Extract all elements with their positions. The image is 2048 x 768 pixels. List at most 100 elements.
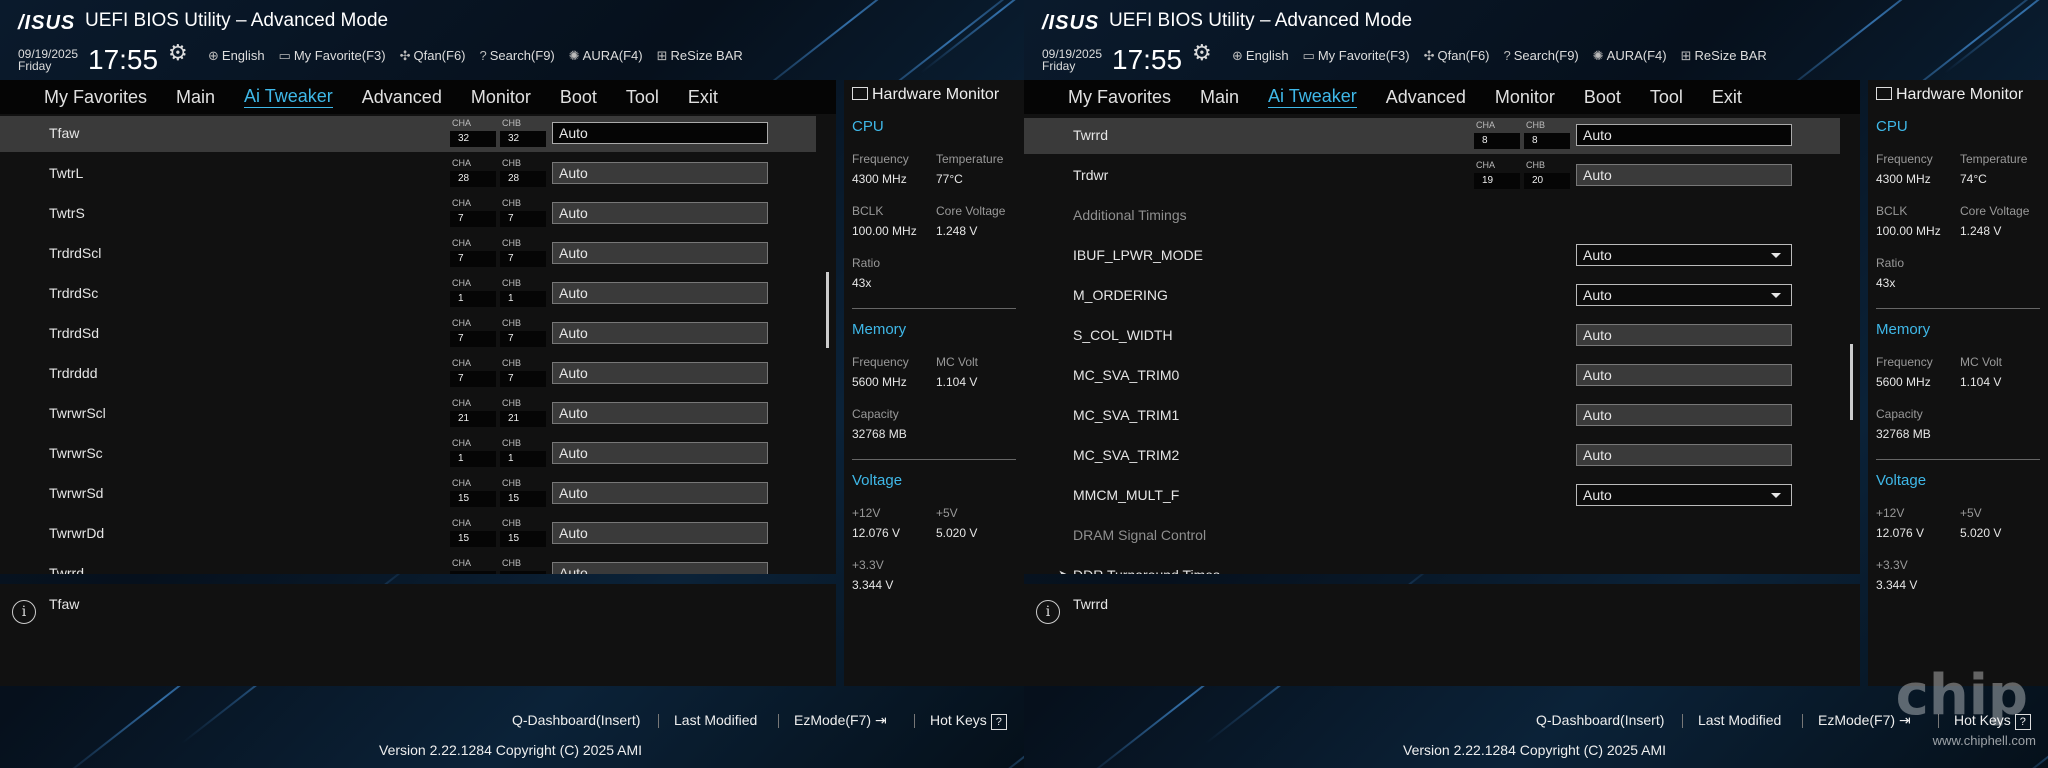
settings-gear-icon[interactable]: ⚙ <box>168 40 188 66</box>
title-bar: /ISUS UEFI BIOS Utility – Advanced Mode … <box>1024 0 2048 80</box>
memory-frequency-label: Frequency <box>1876 355 1933 369</box>
tab-main[interactable]: Main <box>176 87 215 108</box>
setting-row[interactable]: MC_SVA_TRIM1 Auto <box>1024 398 1840 434</box>
setting-label: Tfaw <box>49 125 80 141</box>
tab-exit[interactable]: Exit <box>1712 87 1742 108</box>
app-title: UEFI BIOS Utility – Advanced Mode <box>1109 10 1413 31</box>
value-input[interactable]: Auto <box>552 562 768 574</box>
setting-row[interactable]: TwrwrSd CHA 15 CHB 15 Auto <box>0 476 816 512</box>
settings-list: Twrrd CHA 8 CHB 8 Auto Trdwr CHA 19 CHB 20 Auto Addi… <box>1024 114 1860 574</box>
toolbar-item-favorite[interactable]: ▭ My Favorite(F3) <box>1303 48 1410 64</box>
value-input[interactable]: Auto <box>552 162 768 184</box>
setting-row[interactable]: Twrrd CHA 8 CHB 8 Auto <box>1024 118 1840 154</box>
value-dropdown[interactable]: Auto <box>1576 484 1792 506</box>
setting-row[interactable]: Tfaw CHA 32 CHB 32 Auto <box>0 116 816 152</box>
value-input[interactable]: Auto <box>1576 404 1792 426</box>
channel-b-value: CHB 21 <box>500 398 546 428</box>
toolbar-item-resize-bar[interactable]: ⊞ ReSize BAR <box>657 48 743 64</box>
setting-row[interactable]: Trdrddd CHA 7 CHB 7 Auto <box>0 356 816 392</box>
cpu-frequency: 4300 MHz <box>852 172 907 186</box>
value-input[interactable]: Auto <box>1576 124 1792 146</box>
submenu-item[interactable]: ➤ DDR Turnaround Times <box>1024 558 1840 574</box>
setting-row[interactable]: Trdwr CHA 19 CHB 20 Auto <box>1024 158 1840 194</box>
tab-advanced[interactable]: Advanced <box>362 87 442 108</box>
tab-monitor[interactable]: Monitor <box>1495 87 1555 108</box>
toolbar-item-fan[interactable]: ✣ Qfan(F6) <box>1424 48 1490 64</box>
toolbar-item-aura[interactable]: ✺ AURA(F4) <box>1593 48 1667 64</box>
channel-b-value: CHB 32 <box>500 118 546 148</box>
memory-section-title: Memory <box>852 321 907 338</box>
setting-row[interactable]: MC_SVA_TRIM0 Auto <box>1024 358 1840 394</box>
setting-row[interactable]: TwtrS CHA 7 CHB 7 Auto <box>0 196 816 232</box>
setting-row[interactable]: IBUF_LPWR_MODE Auto <box>1024 238 1840 274</box>
settings-gear-icon[interactable]: ⚙ <box>1192 40 1212 66</box>
value-input[interactable]: Auto <box>552 242 768 264</box>
toolbar-item-globe[interactable]: ⊕ English <box>1232 48 1289 64</box>
tab-tool[interactable]: Tool <box>626 87 659 108</box>
setting-row[interactable]: TwrwrSc CHA 1 CHB 1 Auto <box>0 436 816 472</box>
setting-row[interactable]: Twrrd CHA CHB Auto <box>0 556 816 574</box>
channel-a-value: CHA 7 <box>450 318 496 348</box>
toolbar-item-favorite[interactable]: ▭ My Favorite(F3) <box>279 48 386 64</box>
tab-my-favorites[interactable]: My Favorites <box>1068 87 1171 108</box>
tab-main[interactable]: Main <box>1200 87 1239 108</box>
toolbar-item-search[interactable]: ? Search(F9) <box>480 48 555 64</box>
time-display: 17:55 <box>1112 44 1183 75</box>
scrollbar[interactable] <box>826 272 829 348</box>
last-modified-button[interactable]: Last Modified <box>1698 712 1781 728</box>
setting-row[interactable]: M_ORDERING Auto <box>1024 278 1840 314</box>
setting-label: MC_SVA_TRIM0 <box>1073 367 1180 383</box>
toolbar-item-search[interactable]: ? Search(F9) <box>1504 48 1579 64</box>
value-input[interactable]: Auto <box>552 522 768 544</box>
channel-b-value: CHB 7 <box>500 358 546 388</box>
setting-row[interactable]: TwtrL CHA 28 CHB 28 Auto <box>0 156 816 192</box>
tab-ai-tweaker[interactable]: Ai Tweaker <box>244 86 333 108</box>
value-dropdown[interactable]: Auto <box>1576 284 1792 306</box>
value-input[interactable]: Auto <box>552 442 768 464</box>
value-dropdown[interactable]: Auto <box>1576 244 1792 266</box>
value-input[interactable]: Auto <box>1576 364 1792 386</box>
tab-tool[interactable]: Tool <box>1650 87 1683 108</box>
value-input[interactable]: Auto <box>552 322 768 344</box>
setting-row[interactable]: TwrwrScl CHA 21 CHB 21 Auto <box>0 396 816 432</box>
tab-ai-tweaker[interactable]: Ai Tweaker <box>1268 86 1357 108</box>
value-input[interactable]: Auto <box>552 282 768 304</box>
q-dashboard-button[interactable]: Q-Dashboard(Insert) <box>512 712 640 728</box>
tab-my-favorites[interactable]: My Favorites <box>44 87 147 108</box>
ezmode-button[interactable]: EzMode(F7) ⇥ <box>794 712 887 729</box>
cpu-temperature-label: Temperature <box>936 152 1004 166</box>
last-modified-button[interactable]: Last Modified <box>674 712 757 728</box>
tab-exit[interactable]: Exit <box>688 87 718 108</box>
value-input[interactable]: Auto <box>552 202 768 224</box>
tab-boot[interactable]: Boot <box>560 87 597 108</box>
toolbar-item-globe[interactable]: ⊕ English <box>208 48 265 64</box>
value-input[interactable]: Auto <box>1576 164 1792 186</box>
cpu-section-title: CPU <box>1876 118 1908 135</box>
date-display: 09/19/2025 Friday <box>18 47 79 73</box>
q-dashboard-button[interactable]: Q-Dashboard(Insert) <box>1536 712 1664 728</box>
value-input[interactable]: Auto <box>552 362 768 384</box>
value-input[interactable]: Auto <box>552 402 768 424</box>
hot-keys-button[interactable]: Hot Keys? <box>930 712 1007 730</box>
tab-advanced[interactable]: Advanced <box>1386 87 1466 108</box>
tab-monitor[interactable]: Monitor <box>471 87 531 108</box>
value-input[interactable]: Auto <box>552 122 768 144</box>
setting-row[interactable]: TwrwrDd CHA 15 CHB 15 Auto <box>0 516 816 552</box>
setting-row[interactable]: TrdrdScl CHA 7 CHB 7 Auto <box>0 236 816 272</box>
help-info-panel: i Tfaw <box>0 584 836 686</box>
toolbar-item-resize-bar[interactable]: ⊞ ReSize BAR <box>1681 48 1767 64</box>
tab-boot[interactable]: Boot <box>1584 87 1621 108</box>
setting-row[interactable]: S_COL_WIDTH Auto <box>1024 318 1840 354</box>
toolbar-item-aura[interactable]: ✺ AURA(F4) <box>569 48 643 64</box>
scrollbar[interactable] <box>1850 344 1853 420</box>
setting-row[interactable]: MMCM_MULT_F Auto <box>1024 478 1840 514</box>
setting-row[interactable]: MC_SVA_TRIM2 Auto <box>1024 438 1840 474</box>
setting-row[interactable]: TrdrdSd CHA 7 CHB 7 Auto <box>0 316 816 352</box>
setting-row[interactable]: TrdrdSc CHA 1 CHB 1 Auto <box>0 276 816 312</box>
voltage-section-title: Voltage <box>1876 472 1927 489</box>
value-input[interactable]: Auto <box>1576 324 1792 346</box>
value-input[interactable]: Auto <box>1576 444 1792 466</box>
channel-b-value: CHB 7 <box>500 238 546 268</box>
value-input[interactable]: Auto <box>552 482 768 504</box>
toolbar-item-fan[interactable]: ✣ Qfan(F6) <box>400 48 466 64</box>
